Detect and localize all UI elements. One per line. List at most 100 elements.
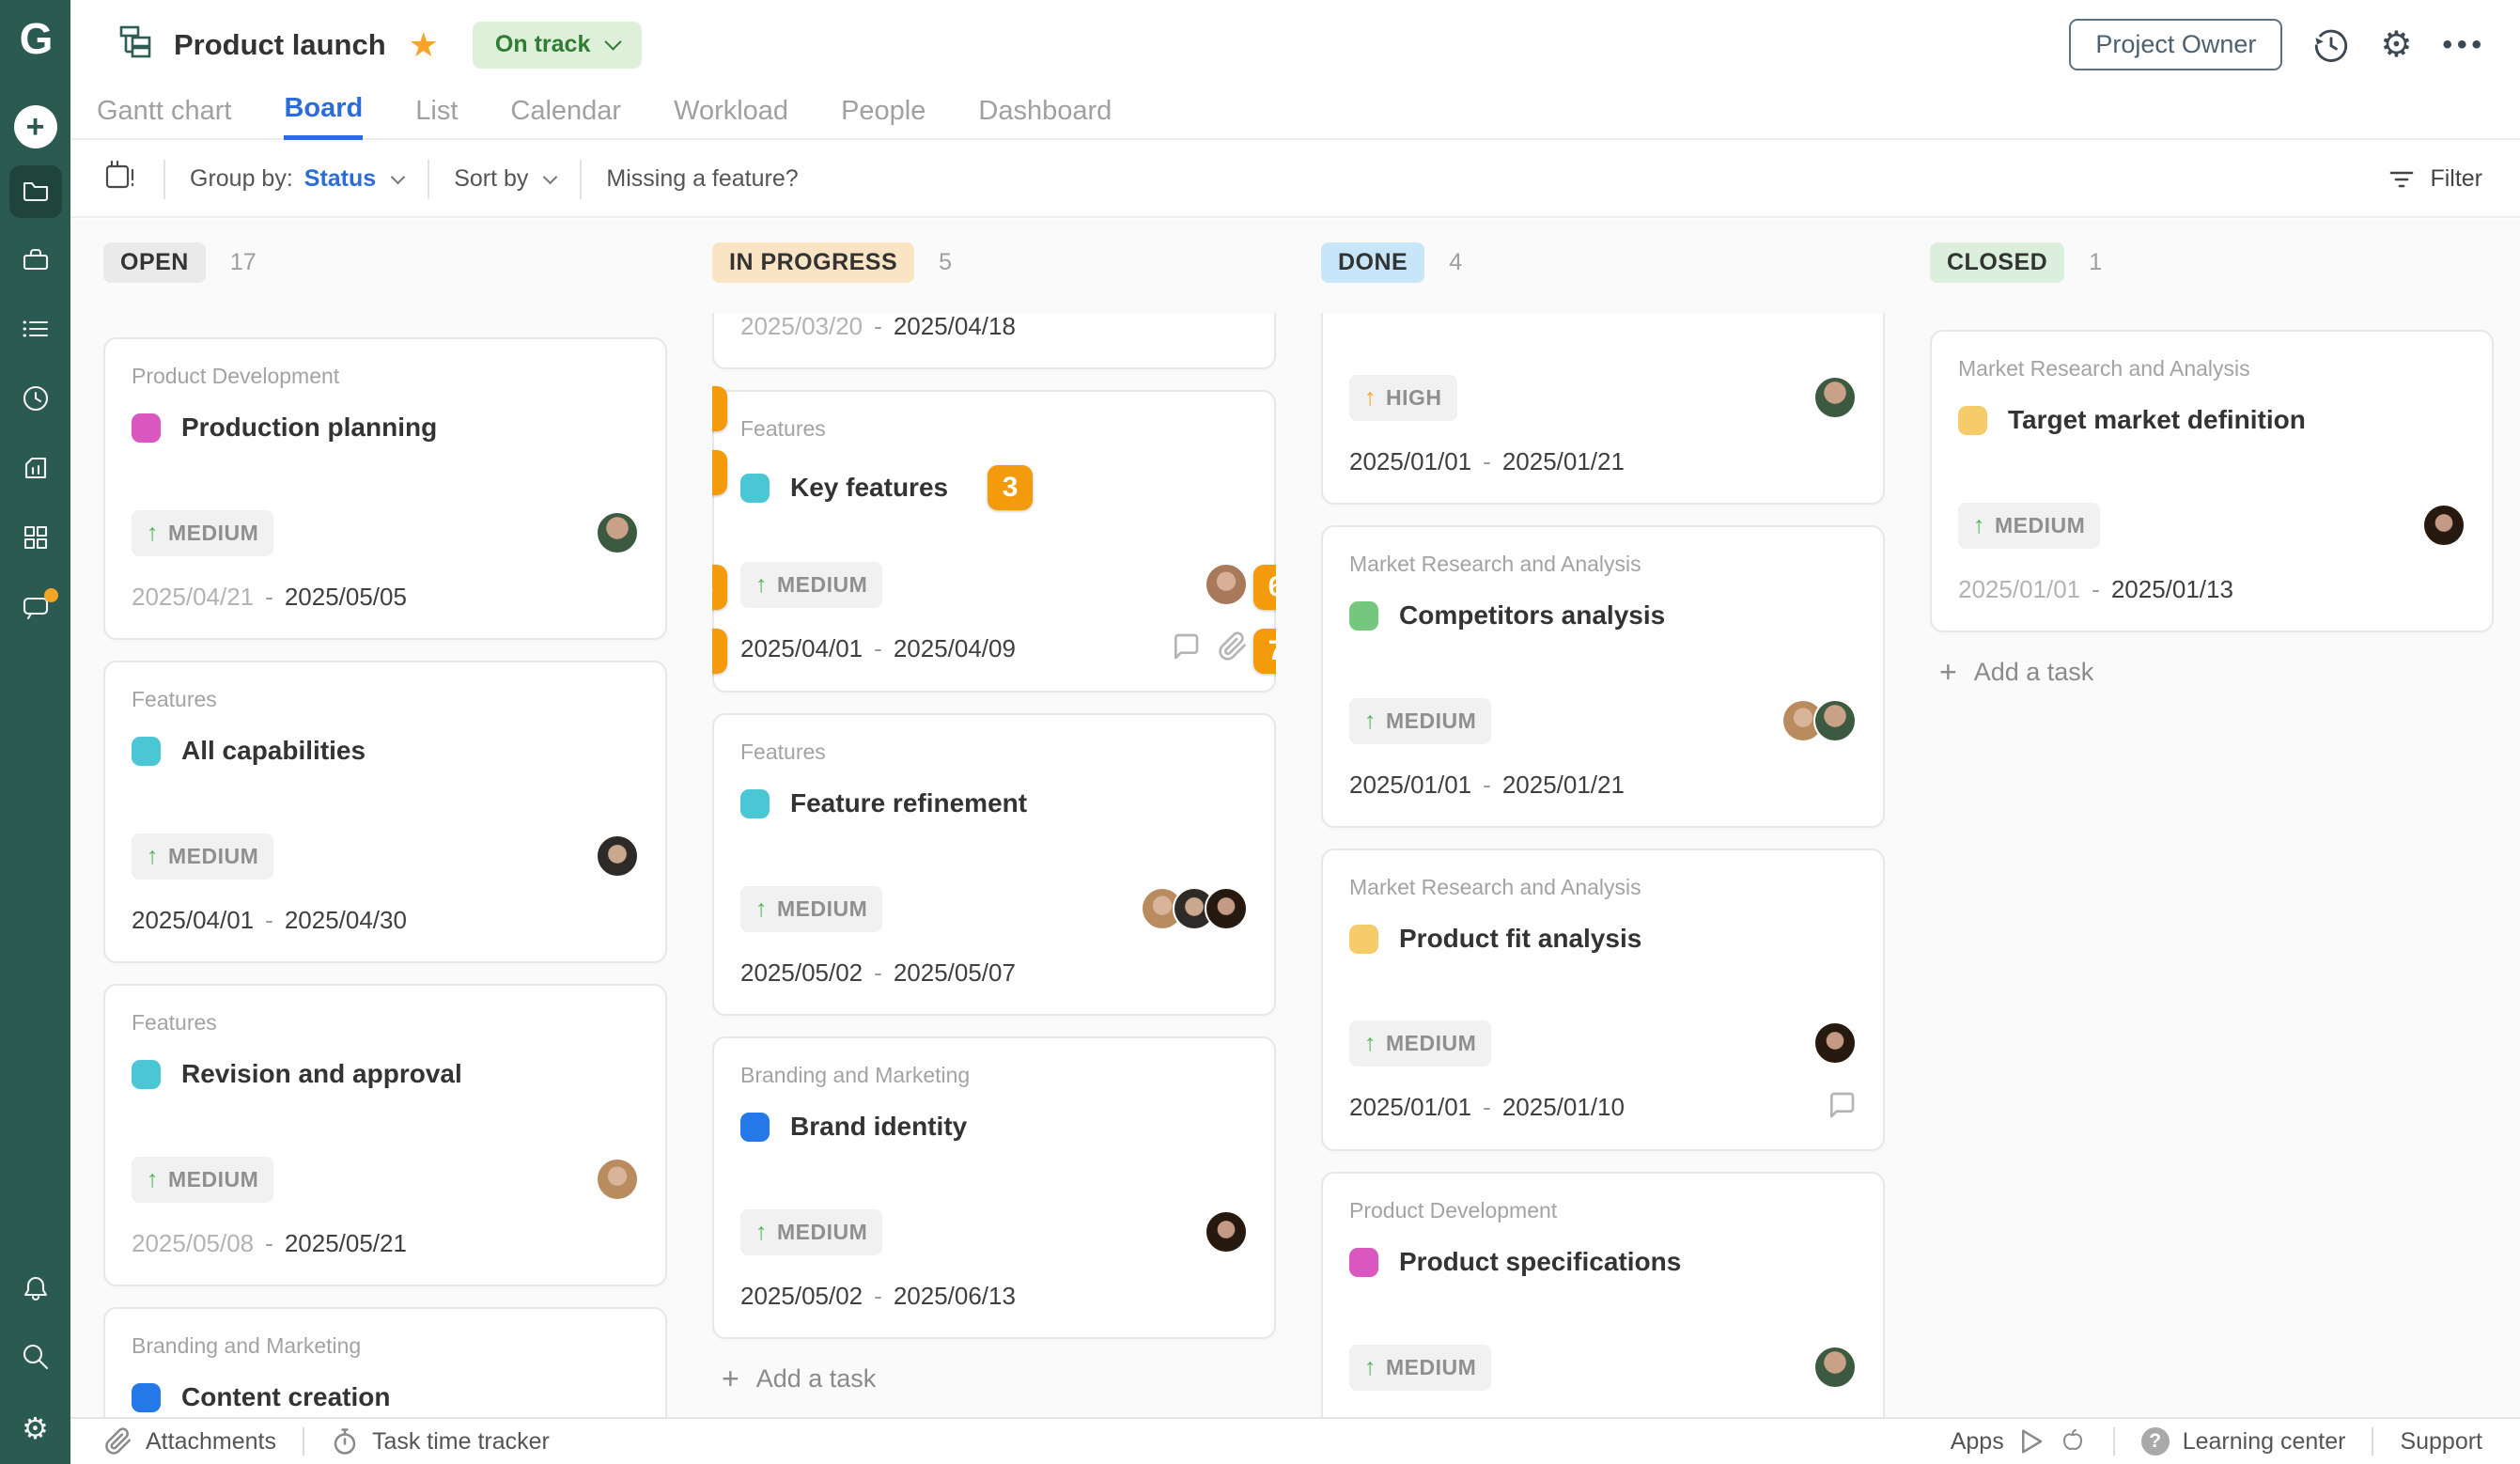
tab-board[interactable]: Board: [284, 93, 363, 140]
apps-link[interactable]: Apps: [1951, 1427, 2087, 1456]
project-status-dropdown[interactable]: On track: [473, 22, 642, 69]
task-indicator-icons: [1171, 631, 1248, 666]
priority-badge[interactable]: ↑MEDIUM: [132, 833, 273, 880]
priority-badge[interactable]: ↑HIGH: [1349, 375, 1457, 421]
task-card[interactable]: FeaturesFeature refinement↑MEDIUM2025/05…: [712, 713, 1276, 1016]
sidebar-item-apps[interactable]: [9, 513, 62, 566]
tab-gantt-chart[interactable]: Gantt chart: [97, 96, 231, 138]
priority-label: MEDIUM: [1386, 1031, 1476, 1056]
add-task-label: Add a task: [1974, 658, 2094, 687]
learning-center-link[interactable]: ? Learning center: [2141, 1427, 2346, 1456]
tab-dashboard[interactable]: Dashboard: [978, 96, 1112, 138]
history-icon[interactable]: [2312, 26, 2350, 64]
list-icon: [20, 313, 52, 350]
task-card[interactable]: Market Research and AnalysisCompetitors …: [1321, 525, 1885, 828]
plus-icon: +: [1939, 655, 1957, 690]
task-title: All capabilities: [181, 736, 366, 766]
apple-icon: [2059, 1427, 2087, 1456]
sidebar-item-projects[interactable]: [9, 165, 62, 218]
task-card[interactable]: Product DevelopmentProduction planning↑M…: [103, 337, 667, 640]
priority-badge[interactable]: ↑MEDIUM: [132, 1157, 273, 1203]
notification-dot: [44, 588, 58, 602]
assignee-avatar[interactable]: [596, 511, 639, 554]
assignee-avatar[interactable]: [596, 1158, 639, 1201]
add-task-label: Add a task: [756, 1364, 877, 1394]
task-title-row: Feature refinement: [740, 788, 1248, 818]
assignee-avatar[interactable]: [1813, 376, 1857, 419]
column-header: IN PROGRESS5: [712, 241, 1276, 283]
assignee-avatar[interactable]: [1205, 887, 1248, 930]
task-group-label: Market Research and Analysis: [1349, 875, 1857, 901]
assignee-avatars: [1205, 1210, 1248, 1254]
column-header: CLOSED1: [1930, 241, 2494, 283]
priority-badge[interactable]: ↑MEDIUM: [1349, 1020, 1491, 1067]
assignee-avatar[interactable]: [596, 834, 639, 878]
task-time-tracker-button[interactable]: Task time tracker: [331, 1427, 550, 1456]
priority-badge[interactable]: ↑MEDIUM: [1349, 1345, 1491, 1391]
sidebar-item-tasks[interactable]: [9, 304, 62, 357]
priority-label: MEDIUM: [1995, 513, 2085, 538]
sidebar-item-reports[interactable]: [9, 444, 62, 496]
sidebar-item-time-log[interactable]: [9, 374, 62, 427]
task-title-row: All capabilities: [132, 736, 639, 766]
report-icon: [20, 452, 52, 489]
assignee-avatar[interactable]: [1205, 1210, 1248, 1254]
sort-by-dropdown[interactable]: Sort by: [454, 165, 555, 193]
task-card[interactable]: Branding and MarketingBrand identity↑MED…: [712, 1036, 1276, 1339]
sidebar-item-search[interactable]: [9, 1332, 62, 1385]
tab-list[interactable]: List: [415, 96, 458, 138]
task-group-label: Features: [132, 687, 639, 713]
task-priority-row: ↑MEDIUM: [1349, 1017, 1857, 1069]
task-card[interactable]: Branding and MarketingContent creation: [103, 1307, 667, 1417]
project-owner-button[interactable]: Project Owner: [2069, 19, 2282, 70]
app-logo: G: [20, 13, 52, 64]
sidebar-item-chat[interactable]: [9, 583, 62, 635]
assignee-avatar[interactable]: [1813, 1021, 1857, 1065]
priority-arrow-icon: ↑: [147, 843, 159, 870]
create-new-button[interactable]: +: [14, 105, 57, 148]
priority-badge[interactable]: ↑MEDIUM: [1349, 698, 1491, 744]
priority-badge[interactable]: ↑MEDIUM: [740, 886, 882, 932]
tab-workload[interactable]: Workload: [674, 96, 788, 138]
favorite-star-icon[interactable]: ★: [409, 25, 439, 65]
task-card[interactable]: Product DevelopmentProduct specification…: [1321, 1172, 1885, 1417]
tab-calendar[interactable]: Calendar: [510, 96, 621, 138]
task-card[interactable]: FeaturesRevision and approval↑MEDIUM2025…: [103, 984, 667, 1286]
tab-people[interactable]: People: [841, 96, 926, 138]
assignee-avatars: [1813, 376, 1857, 419]
sidebar-item-portfolio[interactable]: [9, 235, 62, 288]
sidebar-item-notifications[interactable]: [9, 1263, 62, 1316]
priority-badge[interactable]: ↑MEDIUM: [132, 510, 273, 556]
settings-gear-icon[interactable]: ⚙: [2380, 27, 2412, 63]
assignee-avatar[interactable]: [2422, 504, 2466, 547]
missing-feature-link[interactable]: Missing a feature?: [606, 165, 798, 193]
priority-badge[interactable]: ↑MEDIUM: [1958, 503, 2100, 549]
sidebar-item-settings[interactable]: ⚙: [9, 1402, 62, 1455]
priority-badge[interactable]: ↑MEDIUM: [740, 562, 882, 608]
task-title-row: Product specifications: [1349, 1247, 1857, 1277]
task-title: Product specifications: [1399, 1247, 1681, 1277]
task-card-bottom: ↑HIGH2025/01/01-2025/01/21: [1349, 371, 1857, 478]
assignee-avatar[interactable]: [1813, 1346, 1857, 1389]
add-task-button[interactable]: +Add a task: [722, 1362, 1276, 1396]
assignee-avatar[interactable]: [1205, 563, 1248, 606]
footer-bar: Attachments Task time tracker Apps ? Lea…: [70, 1417, 2520, 1464]
task-card[interactable]: Market Research and AnalysisProduct fit …: [1321, 849, 1885, 1151]
group-by-dropdown[interactable]: Group by: Status: [190, 165, 403, 193]
assignee-avatar[interactable]: [1813, 699, 1857, 742]
task-card[interactable]: 2025/03/20-2025/04/18: [712, 313, 1276, 369]
task-card[interactable]: FeaturesAll capabilities↑MEDIUM2025/04/0…: [103, 661, 667, 963]
task-title-row: Key features3: [740, 465, 1248, 510]
add-task-button[interactable]: + Add a task: [1939, 655, 2494, 690]
task-card[interactable]: FeaturesKey features3↑MEDIUM2025/04/01-2…: [712, 390, 1276, 693]
task-card[interactable]: ↑HIGH2025/01/01-2025/01/21: [1321, 313, 1885, 505]
priority-badge[interactable]: ↑MEDIUM: [740, 1209, 882, 1255]
task-priority-row: ↑MEDIUM: [1349, 1341, 1857, 1394]
filter-button[interactable]: Filter: [2387, 164, 2482, 195]
attachments-button[interactable]: Attachments: [104, 1427, 276, 1456]
task-card[interactable]: Market Research and AnalysisTarget marke…: [1930, 330, 2494, 632]
more-options-icon[interactable]: •••: [2442, 29, 2486, 61]
column-status-pill: DONE: [1321, 242, 1424, 283]
board-settings-icon[interactable]: [103, 158, 139, 200]
support-link[interactable]: Support: [2400, 1428, 2482, 1456]
